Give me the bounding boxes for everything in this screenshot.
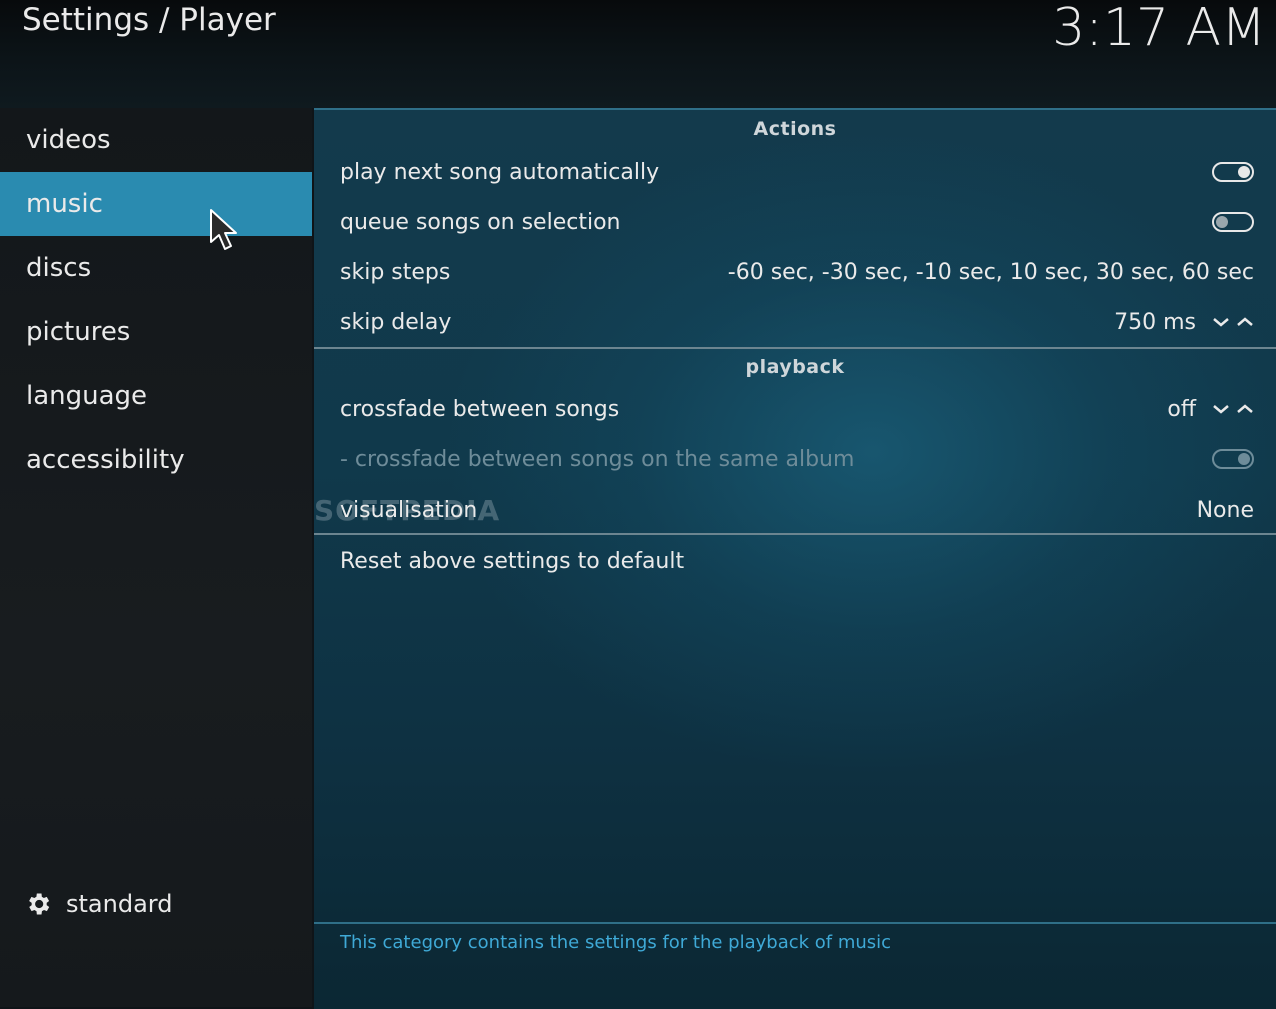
sidebar-item-label: discs [26,253,92,283]
sidebar-item-music[interactable]: music [0,172,312,236]
setting-label: play next song automatically [340,159,660,185]
sidebar-item-discs[interactable]: discs [0,236,312,300]
reset-defaults-button[interactable]: Reset above settings to default [340,539,1254,583]
setting-label: visualisation [340,497,478,523]
settings-level-label: standard [66,890,173,918]
section-header-playback: playback [745,356,845,378]
divider [314,533,1276,535]
sidebar-item-label: music [26,189,103,219]
settings-panel: Actions play next song automatically que… [314,108,1276,1009]
chevron-up-icon[interactable] [1236,403,1254,415]
sidebar-item-label: videos [26,125,111,155]
setting-value: 750 ms [1114,309,1196,335]
sidebar-item-videos[interactable]: videos [0,108,312,172]
setting-label: - crossfade between songs on the same al… [340,446,855,472]
category-description: This category contains the settings for … [340,932,892,953]
sidebar-item-pictures[interactable]: pictures [0,300,312,364]
mouse-cursor-icon [210,209,237,250]
chevron-up-icon[interactable] [1236,316,1254,328]
clock: 3:17 AM [1052,0,1266,58]
sidebar-item-label: language [26,381,148,411]
setting-label: Reset above settings to default [340,548,685,574]
setting-label: skip delay [340,309,452,335]
chevron-down-icon[interactable] [1212,316,1230,328]
sidebar-item-label: accessibility [26,445,185,475]
info-divider [314,922,1276,924]
gear-icon [29,893,50,915]
setting-crossfade[interactable]: crossfade between songs off [340,387,1254,431]
setting-value: None [1196,497,1254,523]
settings-level-button[interactable]: standard [24,890,172,918]
setting-play-next-song[interactable]: play next song automatically [340,150,1254,194]
setting-skip-delay[interactable]: skip delay 750 ms [340,300,1254,344]
section-header-actions: Actions [753,118,837,140]
toggle-play-next[interactable] [1212,162,1254,182]
setting-queue-songs[interactable]: queue songs on selection [340,200,1254,244]
toggle-queue-songs[interactable] [1212,212,1254,232]
toggle-crossfade-album [1212,449,1254,469]
sidebar-item-language[interactable]: language [0,364,312,428]
sidebar-item-accessibility[interactable]: accessibility [0,428,312,492]
setting-label: queue songs on selection [340,209,621,235]
divider [314,347,1276,349]
setting-value: -60 sec, -30 sec, -10 sec, 10 sec, 30 se… [727,259,1254,285]
setting-visualisation[interactable]: visualisation None [340,488,1254,532]
sidebar-item-label: pictures [26,317,131,347]
setting-value: off [1167,396,1196,422]
setting-crossfade-same-album: - crossfade between songs on the same al… [340,437,1254,481]
setting-skip-steps[interactable]: skip steps -60 sec, -30 sec, -10 sec, 10… [340,250,1254,294]
setting-label: skip steps [340,259,451,285]
chevron-down-icon[interactable] [1212,403,1230,415]
page-title: Settings / Player [22,2,276,38]
setting-label: crossfade between songs [340,396,620,422]
